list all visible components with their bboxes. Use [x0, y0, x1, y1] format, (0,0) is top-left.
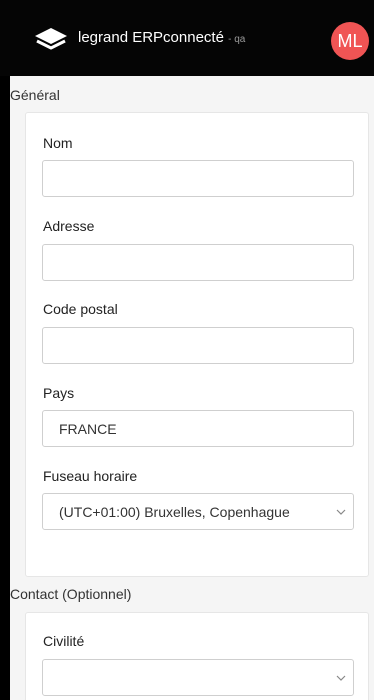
contact-card: Civilité: [25, 612, 369, 700]
code-postal-label: Code postal: [43, 301, 118, 317]
civilite-select[interactable]: [42, 659, 354, 696]
nom-input[interactable]: [42, 160, 354, 197]
pays-input[interactable]: FRANCE: [42, 410, 354, 447]
nom-label: Nom: [43, 135, 73, 151]
chevron-down-icon: [336, 509, 346, 515]
adresse-label: Adresse: [43, 218, 95, 234]
fuseau-horaire-value: (UTC+01:00) Bruxelles, Copenhague: [59, 503, 290, 520]
form-page: Général Nom Adresse Code postal Pays FRA…: [10, 76, 374, 700]
pays-label: Pays: [43, 385, 75, 401]
user-avatar[interactable]: ML: [331, 22, 369, 60]
section-title-contact: Contact (Optionnel): [10, 586, 132, 602]
fuseau-horaire-select[interactable]: (UTC+01:00) Bruxelles, Copenhague: [42, 493, 354, 530]
environment-tag: - qa: [228, 34, 246, 45]
civilite-label: Civilité: [43, 633, 85, 649]
app-header: legrand ERPconnecté - qa ML: [0, 0, 374, 76]
adresse-input[interactable]: [42, 244, 354, 281]
code-postal-input[interactable]: [42, 327, 354, 364]
app-title[interactable]: legrand ERPconnecté - qa: [78, 29, 245, 46]
fuseau-horaire-label: Fuseau horaire: [43, 468, 138, 484]
chevron-down-icon: [336, 675, 346, 681]
general-card: Nom Adresse Code postal Pays FRANCE Fuse…: [25, 112, 369, 577]
layers-icon[interactable]: [34, 27, 68, 53]
section-title-general: Général: [10, 87, 60, 103]
brand-name: legrand ERPconnecté: [78, 29, 224, 46]
